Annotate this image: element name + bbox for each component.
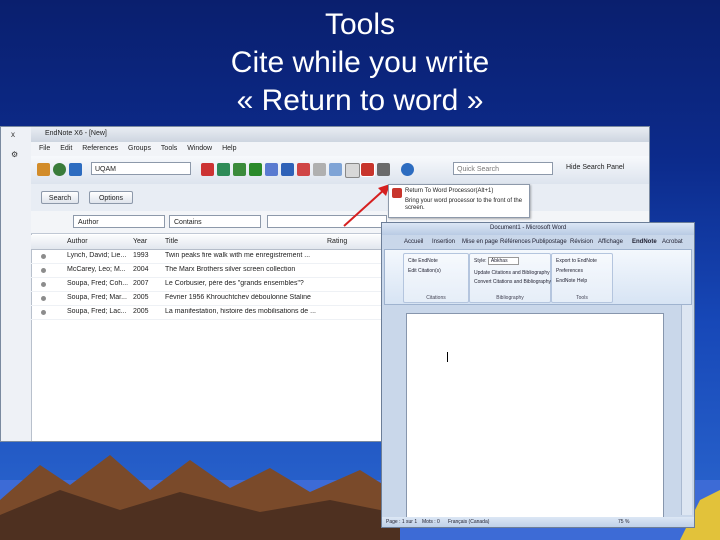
column-author[interactable]: Author: [67, 238, 88, 245]
status-zoom: 75 %: [618, 519, 630, 525]
quick-search-input[interactable]: Quick Search: [453, 162, 553, 175]
help-icon[interactable]: [401, 163, 414, 176]
endnote-help-button[interactable]: EndNote Help: [556, 278, 587, 284]
tab-revision[interactable]: Révision: [570, 239, 593, 245]
tab-affichage[interactable]: Affichage: [598, 239, 623, 245]
folder-icon[interactable]: [313, 163, 326, 176]
slide-title-line-1: Tools: [324, 8, 396, 41]
tooltip-title: Return To Word Processor(Alt+1): [405, 188, 494, 194]
bibliography-group-label: Bibliography: [496, 295, 524, 301]
slide-title-line-2: Cite while you write: [230, 46, 490, 79]
read-status-icon: [41, 296, 46, 301]
tools-group: Export to EndNote Preferences EndNote He…: [551, 253, 613, 303]
operator-select[interactable]: Contains: [169, 215, 261, 228]
import-icon[interactable]: [233, 163, 246, 176]
citations-group-label: Citations: [426, 295, 446, 301]
insert-citation-icon[interactable]: [329, 163, 342, 176]
print-icon[interactable]: [377, 163, 390, 176]
return-to-word-icon[interactable]: [360, 162, 375, 177]
library-select[interactable]: UQAM: [91, 162, 191, 175]
menu-window[interactable]: Window: [187, 145, 212, 152]
menu-help[interactable]: Help: [222, 145, 236, 152]
open-link-icon[interactable]: [297, 163, 310, 176]
return-to-word-icon: [392, 188, 402, 198]
tab-mise-en-page[interactable]: Mise en page: [462, 239, 498, 245]
word-status-bar: Page : 1 sur 1 Mots : 0 Français (Canada…: [382, 517, 694, 527]
menu-references[interactable]: References: [82, 145, 118, 152]
format-bibliography-icon[interactable]: [345, 163, 360, 178]
slide-title-line-3: « Return to word »: [236, 84, 484, 117]
svg-text:x: x: [11, 130, 15, 139]
endnote-ribbon: Cite EndNote Edit Citation(s) Citations …: [384, 249, 692, 305]
endnote-titlebar: EndNote X6 - [New]: [31, 127, 649, 143]
field-select[interactable]: Author: [73, 215, 165, 228]
endnote-window-title: EndNote X6 - [New]: [45, 130, 107, 137]
hide-search-panel-button[interactable]: Hide Search Panel: [566, 164, 624, 171]
status-words: Mots : 0: [422, 519, 440, 525]
checkmark-icon[interactable]: [249, 163, 262, 176]
text-cursor: [447, 352, 448, 362]
word-window: Document1 - Microsoft Word Accueil Inser…: [381, 222, 695, 528]
read-status-icon: [41, 310, 46, 315]
left-panel: x ⚙: [1, 127, 32, 441]
svg-text:⚙: ⚙: [11, 150, 18, 159]
tooltip-body: Bring your word processor to the front o…: [405, 198, 523, 211]
tab-acrobat[interactable]: Acrobat: [662, 239, 683, 245]
read-status-icon: [41, 254, 46, 259]
bibliography-group: Style: Abkhas Update Citations and Bibli…: [469, 253, 551, 303]
edit-citations-button[interactable]: Edit Citation(s): [408, 268, 441, 274]
preferences-button[interactable]: Preferences: [556, 268, 583, 274]
tab-accueil[interactable]: Accueil: [404, 239, 423, 245]
return-to-word-tooltip: Return To Word Processor(Alt+1) Bring yo…: [388, 184, 530, 218]
style-label: Style:: [474, 258, 487, 264]
menu-bar: File Edit References Groups Tools Window…: [31, 142, 649, 157]
convert-citations-button[interactable]: Convert Citations and Bibliography: [474, 279, 551, 285]
menu-file[interactable]: File: [39, 145, 50, 152]
column-year[interactable]: Year: [133, 238, 147, 245]
ribbon-tabs: Accueil Insertion Mise en page Référence…: [382, 237, 694, 249]
word-window-title: Document1 - Microsoft Word: [490, 225, 567, 231]
slide-title: Tools Cite while you write « Return to w…: [0, 6, 720, 120]
read-status-icon: [41, 268, 46, 273]
column-title[interactable]: Title: [165, 238, 178, 245]
read-status-icon: [41, 282, 46, 287]
style-select[interactable]: Abkhas: [487, 257, 519, 265]
tab-references[interactable]: Références: [500, 239, 531, 245]
close-icon[interactable]: x⚙: [1, 127, 31, 167]
vertical-scrollbar[interactable]: [681, 305, 692, 515]
search-button[interactable]: Search: [41, 191, 79, 204]
menu-groups[interactable]: Groups: [128, 145, 151, 152]
status-page: Page : 1 sur 1: [386, 519, 418, 525]
new-reference-icon[interactable]: [201, 163, 214, 176]
tab-insertion[interactable]: Insertion: [432, 239, 455, 245]
update-citations-button[interactable]: Update Citations and Bibliography: [474, 270, 550, 276]
status-language: Français (Canada): [448, 519, 490, 525]
library-icon[interactable]: [37, 163, 50, 176]
word-titlebar: Document1 - Microsoft Word: [382, 223, 694, 235]
options-button[interactable]: Options: [89, 191, 133, 204]
citations-group: Cite EndNote Edit Citation(s) Citations: [403, 253, 469, 303]
menu-edit[interactable]: Edit: [60, 145, 72, 152]
tab-publipostage[interactable]: Publipostage: [532, 239, 567, 245]
column-rating[interactable]: Rating: [327, 238, 347, 245]
tools-group-label: Tools: [576, 295, 588, 301]
cite-endnote-button[interactable]: Cite EndNote: [408, 258, 438, 264]
tab-endnote[interactable]: EndNote: [632, 239, 657, 245]
integrated-library-icon[interactable]: [69, 163, 82, 176]
arrow-up-icon[interactable]: [265, 163, 278, 176]
find-full-text-icon[interactable]: [281, 163, 294, 176]
document-page[interactable]: [406, 313, 664, 519]
menu-tools[interactable]: Tools: [161, 145, 177, 152]
export-to-endnote-button[interactable]: Export to EndNote: [556, 258, 597, 264]
globe-icon[interactable]: [53, 163, 66, 176]
export-icon[interactable]: [217, 163, 230, 176]
